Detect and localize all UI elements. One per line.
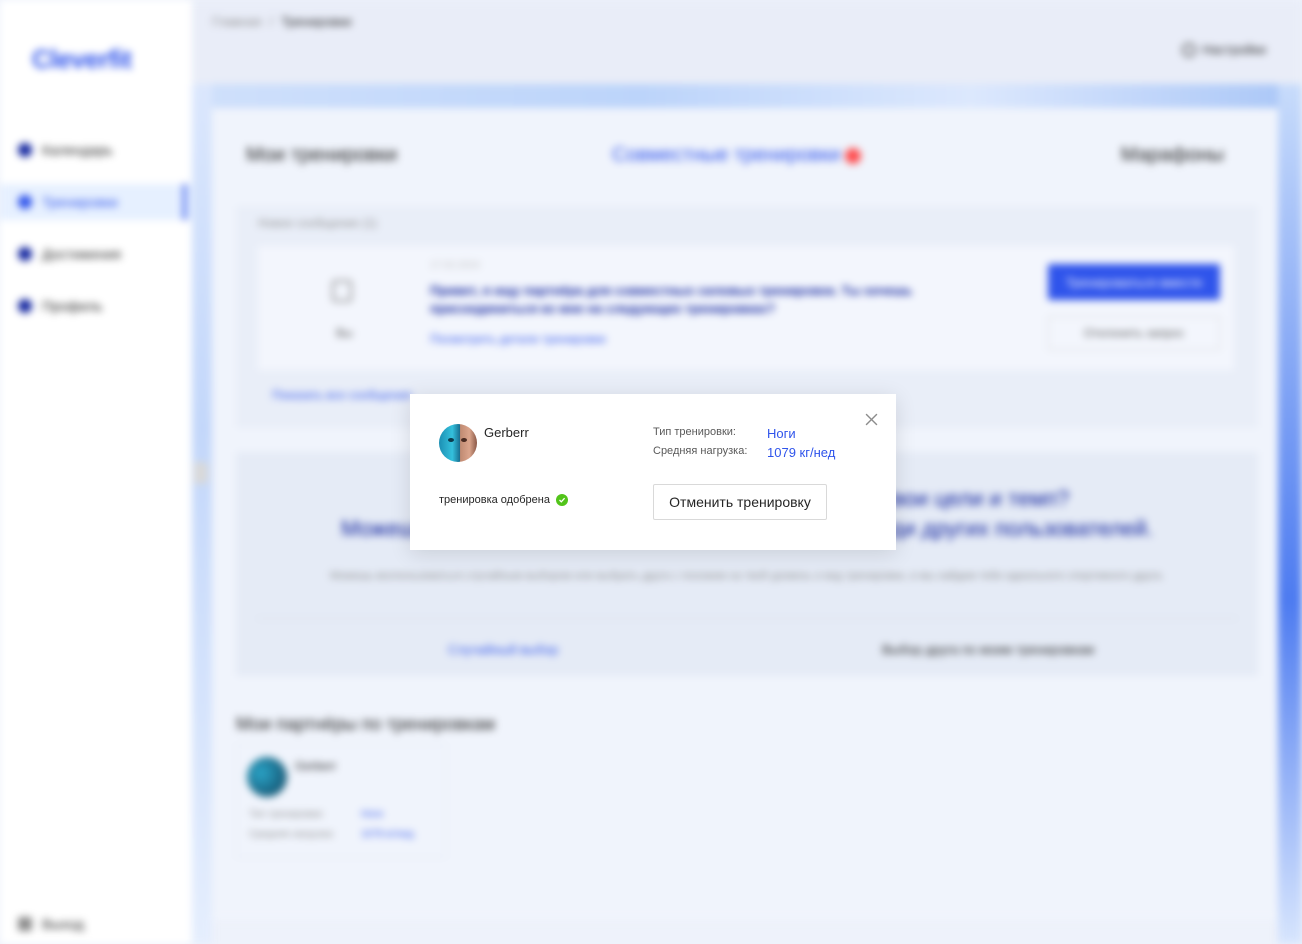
- accept-button[interactable]: Тренироваться вместе: [1048, 264, 1220, 300]
- gear-icon: [1182, 42, 1197, 57]
- type-label: Тип тренировки:: [249, 809, 325, 820]
- header: Главная / Тренировки Настройки: [192, 0, 1302, 84]
- user-icon: [332, 280, 352, 302]
- type-label: Тип тренировки:: [653, 426, 736, 438]
- load-value: 1079 кг/нед: [361, 829, 414, 840]
- choose-friend-button[interactable]: Выбор друга по моим тренировкам: [882, 642, 1094, 657]
- message-item: Вы 17.02.2024 Привет, я ищу партнёра для…: [258, 246, 1234, 370]
- user-icon: [18, 299, 32, 313]
- sidebar-item-label: Профиль: [42, 298, 103, 314]
- heart-icon: [18, 195, 32, 209]
- decorative-right-strip: [1278, 84, 1302, 944]
- partner-modal: Gerberr Тип тренировки: Ноги Средняя наг…: [410, 394, 896, 550]
- divider: [256, 618, 1238, 619]
- exit-label: Выход: [42, 916, 84, 932]
- promo-subtitle: Можешь воспользоваться случайным выбором…: [329, 570, 1165, 582]
- decline-button[interactable]: Отклонить запрос: [1048, 316, 1220, 350]
- tab-joint-workouts[interactable]: Совместные тренировки: [612, 144, 861, 167]
- sidebar-item-label: Календарь: [42, 142, 113, 158]
- type-value: Ноги: [361, 809, 384, 820]
- status-text: тренировка одобрена: [439, 494, 550, 506]
- logo[interactable]: Cleverfit: [32, 44, 132, 75]
- trophy-icon: [18, 247, 32, 261]
- cancel-workout-button[interactable]: Отменить тренировку: [653, 484, 827, 520]
- settings-label: Настройки: [1202, 42, 1266, 57]
- show-all-messages-link[interactable]: Показать все сообщения: [272, 388, 411, 402]
- breadcrumb-current: Тренировки: [281, 14, 352, 29]
- sidebar-item-calendar[interactable]: Календарь: [0, 132, 192, 168]
- message-sender: Вы: [336, 326, 353, 340]
- load-value: 1079 кг/нед: [767, 445, 836, 460]
- decorative-banner: [200, 84, 1302, 108]
- breadcrumb: Главная / Тренировки: [212, 14, 352, 29]
- close-button[interactable]: [860, 408, 882, 430]
- random-choice-button[interactable]: Случайный выбор: [448, 642, 558, 657]
- sidebar-item-label: Достижения: [42, 246, 121, 262]
- sidebar-item-label: Тренировки: [42, 194, 118, 210]
- messages-title: Новое сообщение (1): [258, 216, 378, 230]
- close-icon: [865, 413, 877, 425]
- avatar: [247, 757, 287, 797]
- sidebar-item-profile[interactable]: Профиль: [0, 288, 192, 324]
- message-date: 17.02.2024: [430, 260, 481, 271]
- tab-marathons[interactable]: Марафоны: [1121, 144, 1224, 167]
- breadcrumb-separator: /: [269, 14, 274, 29]
- approved-status: тренировка одобрена: [439, 494, 568, 506]
- exit-icon: [18, 917, 32, 931]
- tab-label: Совместные тренировки: [612, 144, 841, 166]
- partner-card[interactable]: Gerberr Тип тренировки: Ноги Средняя наг…: [236, 744, 446, 858]
- settings-button[interactable]: Настройки: [1182, 42, 1266, 57]
- sidebar-item-achievements[interactable]: Достижения: [0, 236, 192, 272]
- type-value: Ноги: [767, 426, 796, 441]
- notification-badge: [844, 147, 861, 164]
- breadcrumb-home[interactable]: Главная: [212, 14, 261, 29]
- partner-name: Gerberr: [484, 425, 529, 440]
- check-circle-icon: [555, 494, 568, 506]
- partners-title: Мои партнёры по тренировкам: [236, 714, 496, 734]
- sidebar-nav: Календарь Тренировки Достижения Профиль: [0, 132, 192, 340]
- sidebar-collapse-toggle[interactable]: [194, 462, 208, 484]
- details-link[interactable]: Посмотреть детали тренировки: [430, 332, 606, 346]
- load-label: Средняя нагрузка:: [653, 445, 748, 457]
- calendar-icon: [18, 143, 32, 157]
- tab-my-workouts[interactable]: Мои тренировки: [246, 144, 397, 167]
- avatar: [439, 424, 477, 462]
- sidebar-item-workouts[interactable]: Тренировки: [0, 184, 192, 220]
- decorative-left-strip: [192, 84, 212, 944]
- message-text: Привет, я ищу партнёра для совместных си…: [430, 283, 913, 316]
- partner-name: Gerberr: [295, 759, 337, 773]
- exit-button[interactable]: Выход: [18, 916, 84, 932]
- sidebar: Cleverfit Календарь Тренировки Достижени…: [0, 0, 192, 944]
- load-label: Средняя нагрузка:: [249, 829, 335, 840]
- tabs: Мои тренировки Совместные тренировки Мар…: [246, 144, 1246, 174]
